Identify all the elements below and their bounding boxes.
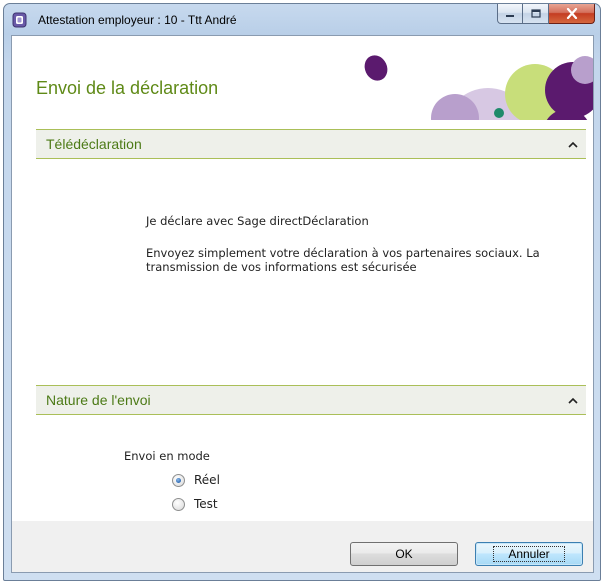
content-panel: Envoi de la déclaration Télédéclaration … [12,36,593,521]
dialog-header: Envoi de la déclaration [12,36,593,120]
minimize-icon [506,14,514,17]
dialog-window: Attestation employeur : 10 - Ttt André E… [3,3,601,581]
maximize-icon [530,9,541,18]
title-bar[interactable]: Attestation employeur : 10 - Ttt André [4,4,600,34]
app-icon [12,12,27,28]
chevron-up-icon[interactable] [566,395,580,407]
section-header-nature-envoi[interactable]: Nature de l'envoi [36,385,586,415]
maximize-button[interactable] [523,4,549,24]
section-header-teledeclaration[interactable]: Télédéclaration [36,129,586,159]
ok-button[interactable]: OK [350,542,458,566]
cancel-button-label: Annuler [493,546,565,562]
radio-label[interactable]: Test [194,497,218,511]
radio-button[interactable] [172,497,185,511]
radio-option-test[interactable]: Test [172,497,218,511]
caption-buttons [497,4,595,24]
teledeclaration-description-text: Envoyez simplement votre déclaration à v… [146,246,540,274]
section-title: Nature de l'envoi [46,392,151,408]
section-title: Télédéclaration [46,136,142,152]
dialog-client-area: Envoi de la déclaration Télédéclaration … [11,35,594,573]
page-title: Envoi de la déclaration [36,78,219,98]
chevron-up-icon[interactable] [566,139,580,151]
radio-label[interactable]: Réel [194,473,220,487]
minimize-button[interactable] [497,4,523,24]
send-mode-label: Envoi en mode [124,449,210,463]
window-title: Attestation employeur : 10 - Ttt André [38,13,237,27]
close-button[interactable] [549,4,595,24]
radio-option-reel[interactable]: Réel [172,473,220,487]
teledeclaration-provider-text: Je déclare avec Sage directDéclaration [146,214,369,228]
cancel-button[interactable]: Annuler [475,542,583,566]
close-icon [566,8,577,19]
radio-button-checked[interactable] [172,473,185,487]
